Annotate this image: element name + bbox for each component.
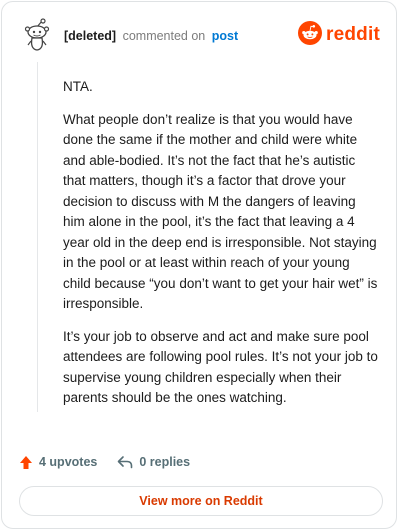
reply-arrow-icon (118, 456, 133, 469)
upvote-count: 4 upvotes (39, 455, 98, 469)
comment-meta: [deleted] commented on post (64, 28, 238, 44)
reddit-wordmark: reddit (326, 24, 380, 45)
comment-actions: 4 upvotes 0 replies (19, 452, 190, 472)
author-name[interactable]: [deleted] (64, 29, 116, 43)
comment-body: NTA. What people don’t realize is that y… (63, 77, 381, 421)
upvote-arrow-icon (20, 455, 32, 469)
comment-header: [deleted] commented on post reddit (2, 2, 396, 66)
replies-button[interactable]: 0 replies (117, 455, 190, 469)
reddit-logo-icon (298, 20, 323, 50)
comment-paragraph: What people don’t realize is that you wo… (63, 111, 378, 312)
view-more-button[interactable]: View more on Reddit (19, 486, 383, 516)
reddit-brand[interactable]: reddit (298, 20, 380, 50)
snoo-avatar-icon (22, 18, 52, 52)
replies-count: 0 replies (139, 455, 191, 469)
commented-on-text: commented on (122, 29, 206, 43)
comment-paragraph: It’s your job to observe and act and mak… (63, 328, 378, 406)
post-link[interactable]: post (212, 29, 238, 43)
thread-line (37, 62, 38, 412)
upvote-button[interactable]: 4 upvotes (19, 455, 97, 470)
comment-paragraph: NTA. (63, 79, 93, 94)
comment-card: [deleted] commented on post reddit NTA. … (1, 1, 397, 529)
